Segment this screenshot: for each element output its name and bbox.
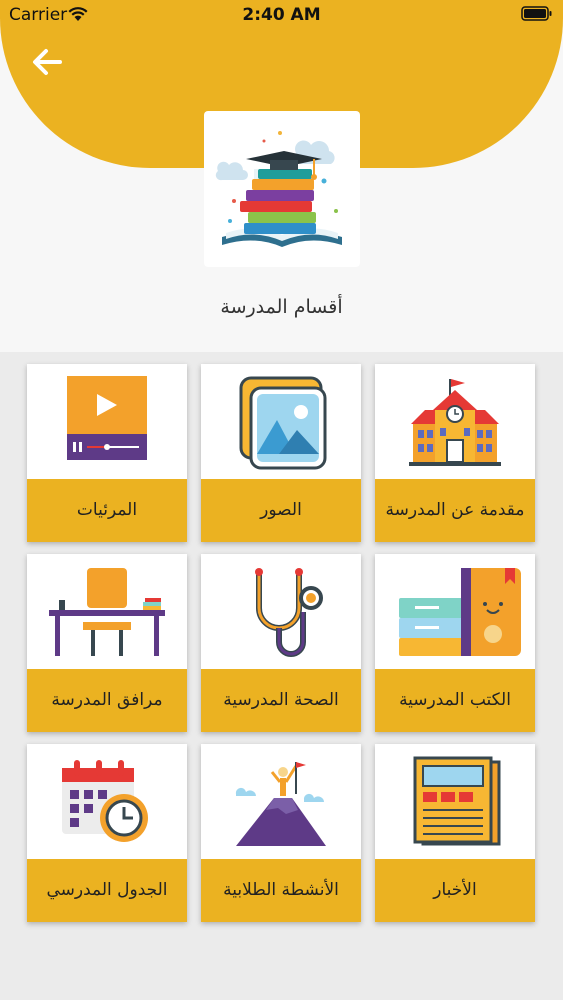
books-icon xyxy=(399,568,521,656)
section-tile-school-health[interactable]: الصحة المدرسية xyxy=(201,554,361,732)
sections-grid: مقدمة عن المدرسة الصور المرئيات الكتب ال… xyxy=(0,352,563,1000)
page-title: أقسام المدرسة xyxy=(220,296,343,318)
section-label: مرافق المدرسة xyxy=(27,669,187,732)
stethoscope-icon xyxy=(255,568,323,657)
section-label: الكتب المدرسية xyxy=(375,669,535,732)
section-tile-school-schedule[interactable]: الجدول المدرسي xyxy=(27,744,187,922)
section-label: مقدمة عن المدرسة xyxy=(375,479,535,542)
status-bar: Carrier 2:40 AM xyxy=(0,0,563,30)
back-button[interactable] xyxy=(28,42,68,82)
section-label: الجدول المدرسي xyxy=(27,859,187,922)
section-label: الأخبار xyxy=(375,859,535,922)
section-tile-textbooks[interactable]: الكتب المدرسية xyxy=(375,554,535,732)
mountain-flag-icon xyxy=(235,762,326,846)
section-label: المرئيات xyxy=(27,479,187,542)
desk-chair-icon xyxy=(49,568,165,656)
clock-time: 2:40 AM xyxy=(242,5,321,25)
section-tile-about-school[interactable]: مقدمة عن المدرسة xyxy=(375,364,535,542)
section-tile-school-facilities[interactable]: مرافق المدرسة xyxy=(27,554,187,732)
section-label: الصور xyxy=(201,479,361,542)
newspaper-icon xyxy=(413,756,501,846)
video-player-icon xyxy=(67,376,147,460)
section-label: الأنشطة الطلابية xyxy=(201,859,361,922)
battery-icon xyxy=(521,6,553,26)
school-logo xyxy=(204,111,360,267)
calendar-clock-icon xyxy=(62,760,148,842)
books-graduation-cap-logo xyxy=(215,131,342,247)
school-building-icon xyxy=(409,379,501,466)
arrow-left-icon xyxy=(33,49,62,75)
section-tile-news[interactable]: الأخبار xyxy=(375,744,535,922)
section-tile-videos[interactable]: المرئيات xyxy=(27,364,187,542)
section-label: الصحة المدرسية xyxy=(201,669,361,732)
section-tile-student-activities[interactable]: الأنشطة الطلابية xyxy=(201,744,361,922)
section-tile-photos[interactable]: الصور xyxy=(201,364,361,542)
photo-gallery-icon xyxy=(239,376,327,470)
